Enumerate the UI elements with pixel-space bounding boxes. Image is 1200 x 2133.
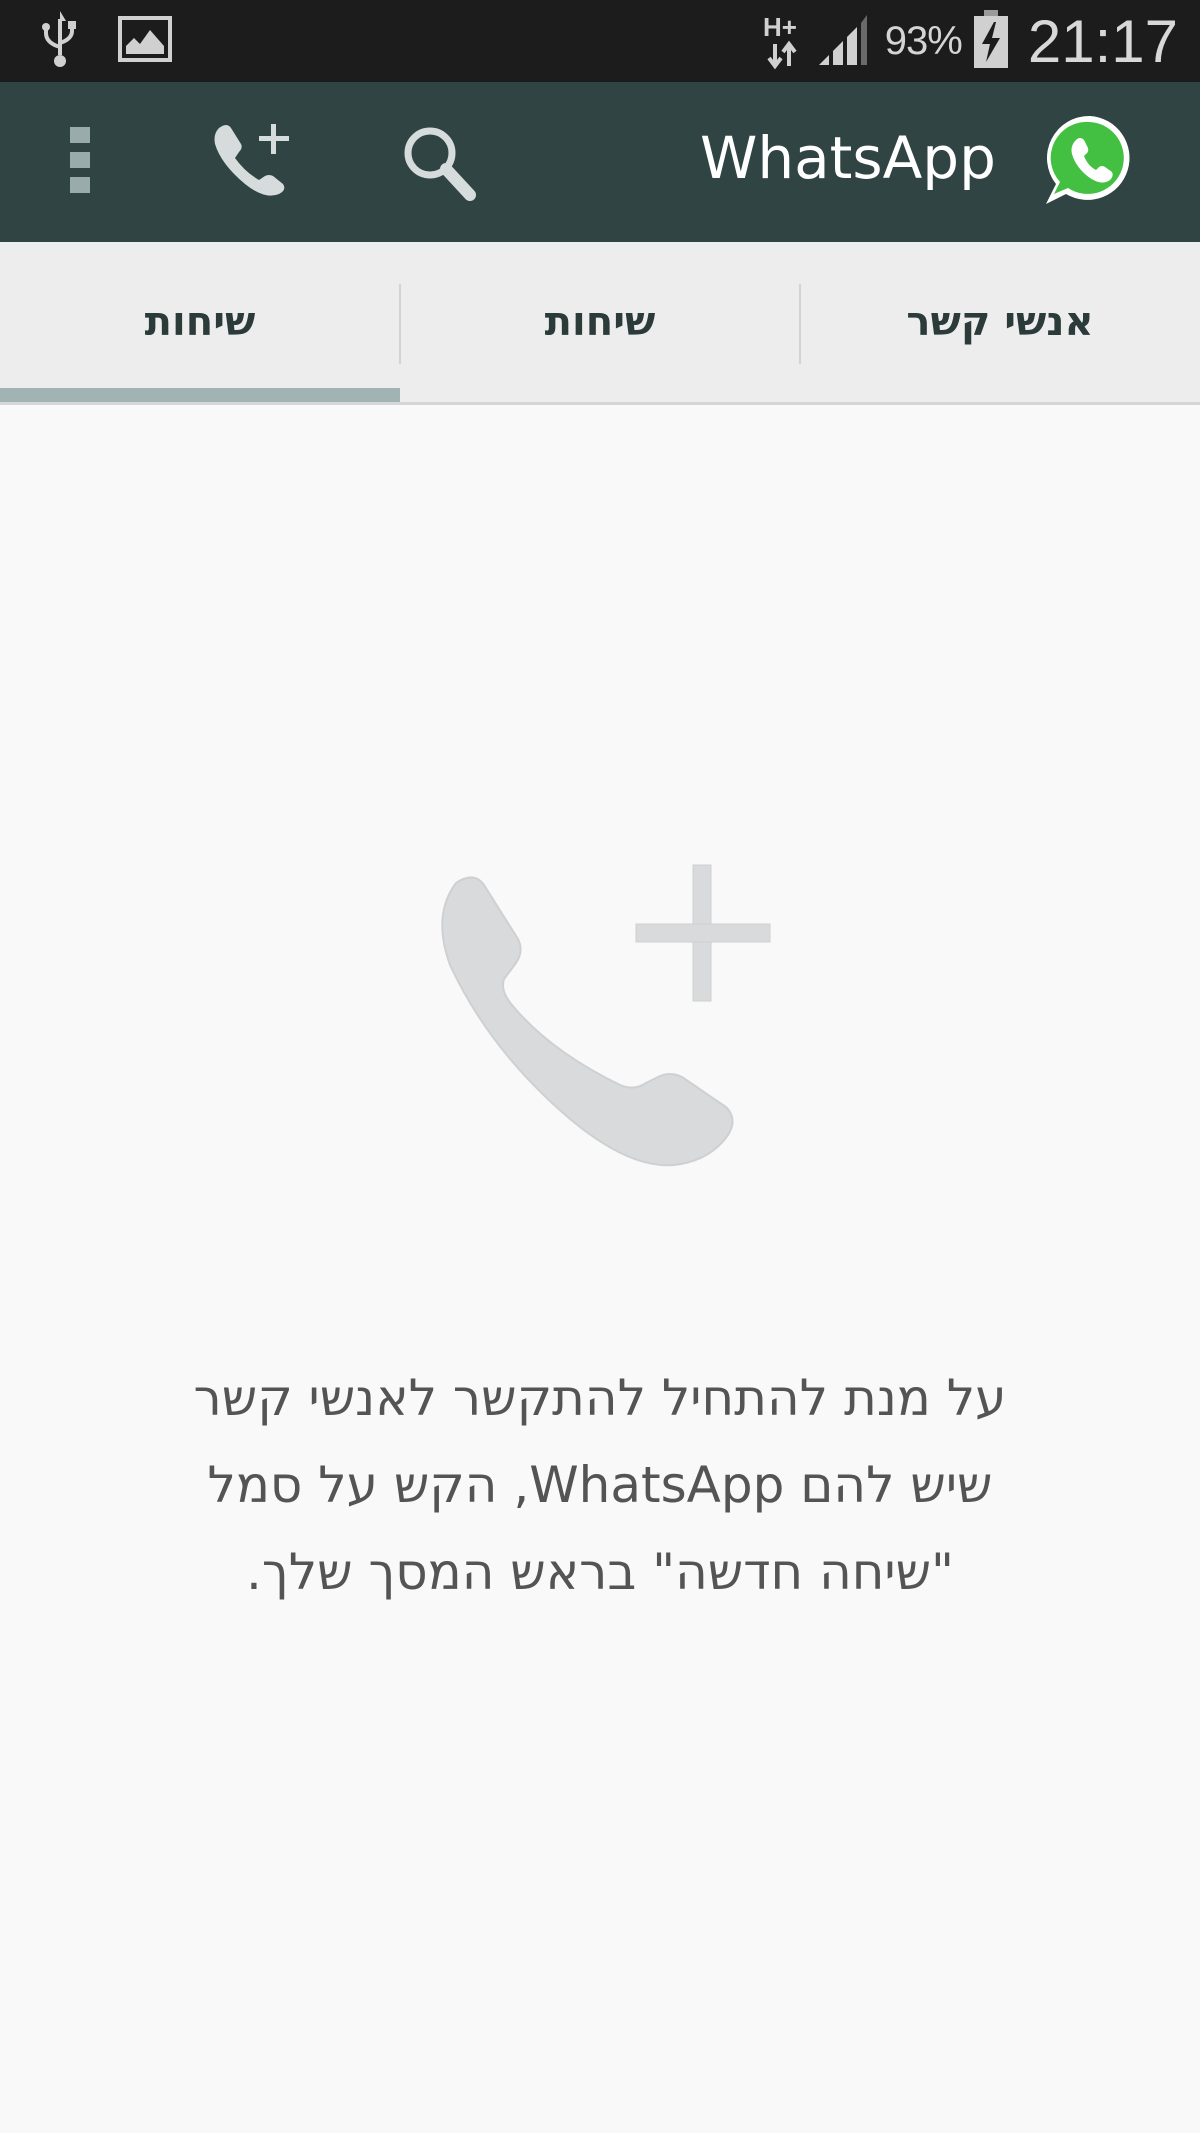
search-button[interactable]: [395, 120, 485, 210]
network-type-icon: H+: [761, 8, 805, 74]
phone-plus-icon: [420, 864, 780, 1199]
empty-state-illustration: [420, 855, 780, 1199]
battery-charging-icon: [973, 10, 1008, 72]
image-notification-icon: [118, 16, 172, 66]
overflow-menu-icon: [70, 127, 90, 197]
new-call-button[interactable]: [200, 117, 300, 207]
tab-label: שיחות: [544, 299, 656, 345]
tab-contacts[interactable]: אנשי קשר: [800, 242, 1200, 402]
empty-state-message: על מנת להתחיל להתקשר לאנשי קשר שיש להם W…: [100, 1355, 1100, 1616]
tab-bar: אנשי קשר שיחות שיחות: [0, 242, 1200, 405]
whatsapp-logo: [1040, 112, 1140, 212]
signal-strength-icon: [817, 11, 873, 71]
tab-calls[interactable]: שיחות: [0, 242, 400, 402]
tab-chats[interactable]: שיחות: [400, 242, 800, 402]
overflow-menu-button[interactable]: [55, 120, 105, 204]
search-icon: [400, 123, 480, 207]
new-call-icon: [205, 120, 295, 204]
message-line: שיש להם WhatsApp, הקש על סמל: [207, 1456, 993, 1514]
tab-label: אנשי קשר: [906, 299, 1094, 345]
app-bar: WhatsApp: [0, 82, 1200, 242]
message-line: על מנת להתחיל להתקשר לאנשי קשר: [193, 1369, 1007, 1427]
usb-icon: [38, 9, 82, 73]
message-line: "שיחה חדשה" בראש המסך שלך.: [245, 1543, 955, 1601]
clock: 21:17: [1027, 7, 1178, 75]
battery-percent: 93%: [884, 18, 963, 63]
status-bar: H+ 93% 21:17: [0, 0, 1200, 82]
tab-label: שיחות: [144, 299, 256, 345]
app-title: WhatsApp: [700, 124, 996, 192]
network-type-text: H+: [763, 12, 797, 42]
selected-tab-indicator: [0, 388, 400, 402]
whatsapp-logo-icon: [1042, 112, 1138, 212]
